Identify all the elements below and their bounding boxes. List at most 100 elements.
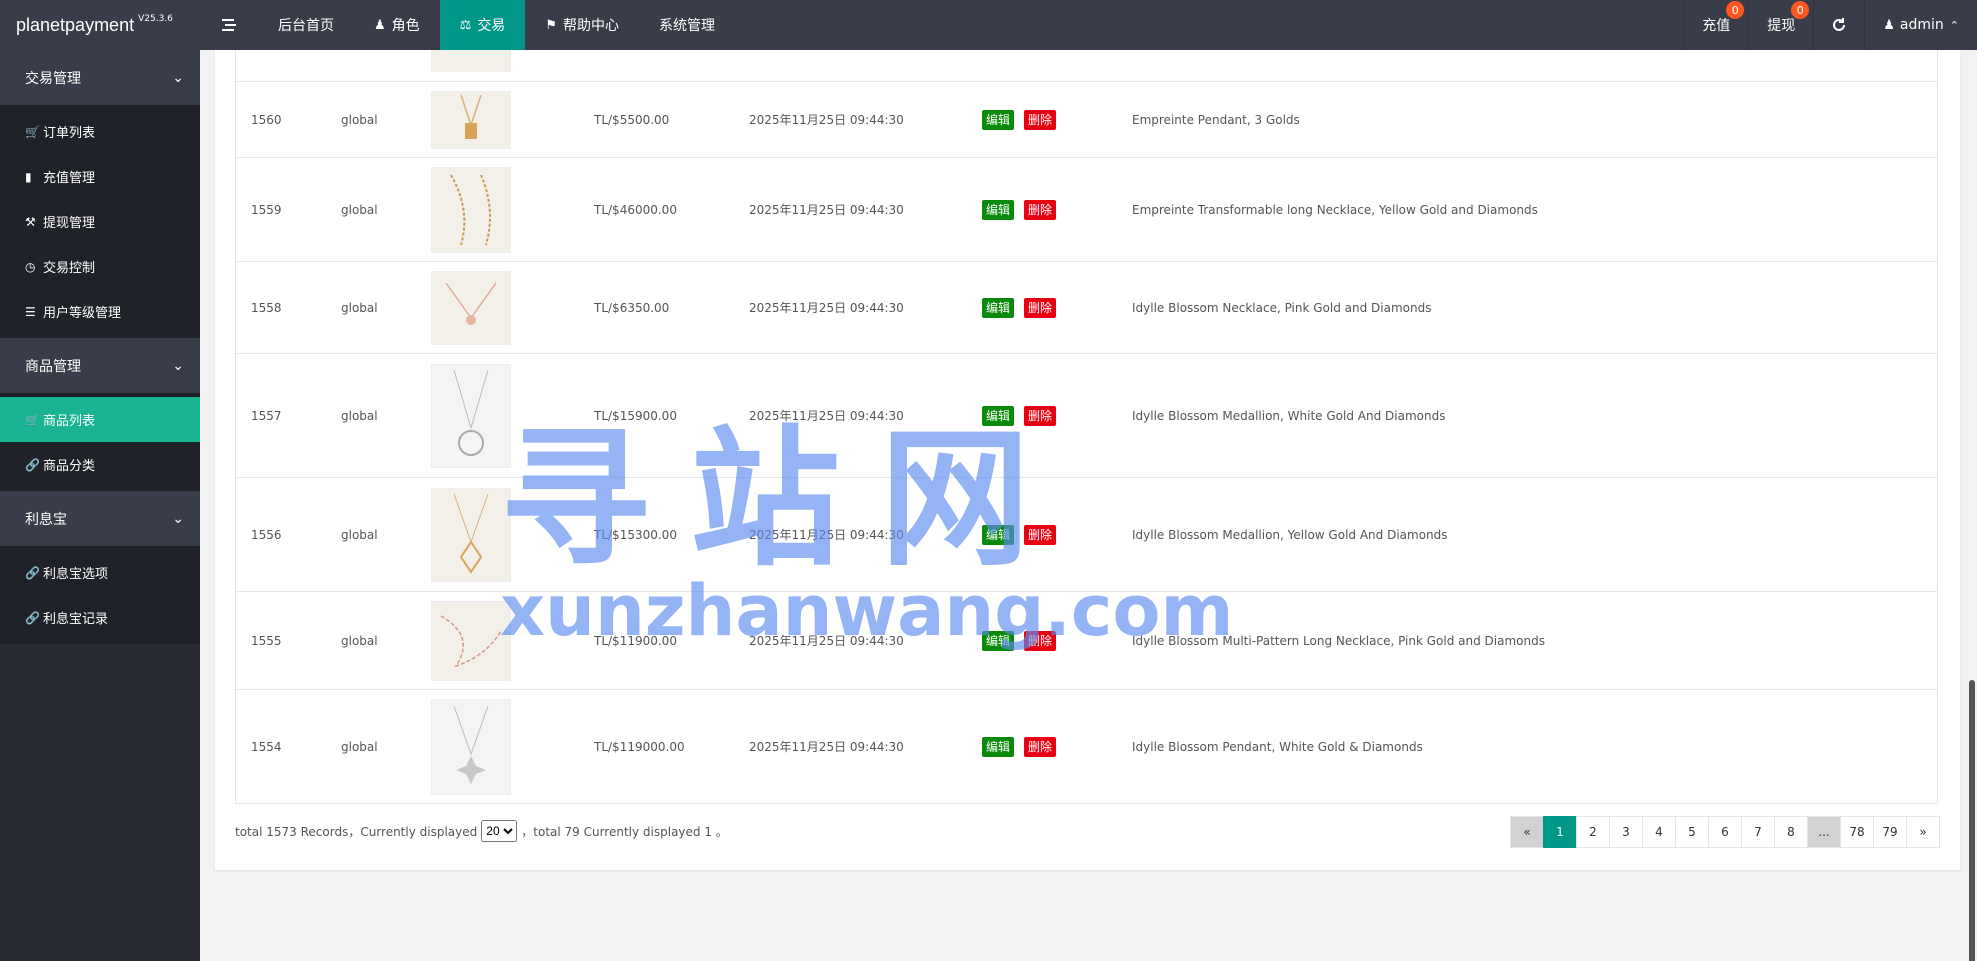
edit-button[interactable]: 编辑: [982, 109, 1015, 130]
scrollbar[interactable]: [1969, 680, 1975, 961]
comment-icon: ▮: [25, 169, 32, 184]
page-next-button[interactable]: »: [1906, 816, 1940, 848]
product-thumbnail[interactable]: [431, 363, 511, 468]
delete-button[interactable]: 删除: [1024, 524, 1057, 545]
nav-system[interactable]: 系统管理: [639, 0, 735, 50]
nav-trade[interactable]: ⚖ 交易: [439, 0, 526, 50]
gavel-icon: ⚒: [25, 214, 36, 229]
sidebar-item-user-level[interactable]: ☰ 用户等级管理: [0, 289, 200, 334]
withdraw-button[interactable]: 提现 0: [1748, 0, 1813, 50]
table-row: 1559 global TL/$46000.00 2025年11月25日 09:…: [236, 158, 1937, 262]
sidebar-item-orders[interactable]: 🛒 订单列表: [0, 109, 200, 154]
edit-button[interactable]: 编辑: [982, 524, 1015, 545]
logo[interactable]: planetpayment V25.3.6: [0, 0, 200, 50]
top-nav: 后台首页 ♟ 角色 ⚖ 交易 ⚑ 帮助中心 系统管理: [258, 0, 735, 50]
sidebar-item-recharge[interactable]: ▮ 充值管理: [0, 154, 200, 199]
table-row: 1555 global TL/$11900.00 2025年11月25日 09:…: [236, 592, 1937, 690]
sidebar-item-interest-records[interactable]: 🔗 利息宝记录: [0, 595, 200, 640]
goods-table: 1560 global TL/$5500.00 2025年11月25日 09:4…: [235, 49, 1938, 804]
scale-icon: ⚖: [459, 17, 472, 33]
product-thumbnail[interactable]: [431, 49, 511, 72]
delete-button[interactable]: 删除: [1024, 630, 1057, 651]
edit-button[interactable]: 编辑: [982, 630, 1015, 651]
link-icon: 🔗: [25, 457, 40, 472]
pagination: « 1 2 3 4 5 6 7 8 ... 78 79 »: [1510, 816, 1940, 848]
page-prev-button[interactable]: «: [1510, 816, 1544, 848]
page-ellipsis: ...: [1807, 816, 1841, 848]
nav-help[interactable]: ⚑ 帮助中心: [525, 0, 639, 50]
cart-icon: 🛒: [25, 412, 40, 427]
app-version: V25.3.6: [138, 14, 173, 24]
link-icon: 🔗: [25, 565, 40, 580]
table-row: 1558 global TL/$6350.00 2025年11月25日 09:4…: [236, 262, 1937, 354]
recharge-button[interactable]: 充值 0: [1683, 0, 1748, 50]
sidebar-item-trade-control[interactable]: ◷ 交易控制: [0, 244, 200, 289]
gauge-icon: ◷: [25, 259, 36, 274]
sidebar-group-goods[interactable]: 商品管理 ⌄: [0, 338, 200, 393]
table-row: 1557 global TL/$15900.00 2025年11月25日 09:…: [236, 354, 1937, 478]
product-thumbnail[interactable]: [431, 166, 511, 253]
page-button[interactable]: 78: [1840, 816, 1874, 848]
page-button[interactable]: 4: [1642, 816, 1676, 848]
page-button[interactable]: 3: [1609, 816, 1643, 848]
sidebar-sub-interest: 🔗 利息宝选项 🔗 利息宝记录: [0, 546, 200, 644]
sidebar-sub-goods: 🛒 商品列表 🔗 商品分类: [0, 393, 200, 491]
refresh-button[interactable]: [1813, 0, 1864, 50]
table-row: 1556 global TL/$15300.00 2025年11月25日 09:…: [236, 478, 1937, 592]
menu-toggle-button[interactable]: [200, 0, 258, 50]
page-button[interactable]: 1: [1543, 816, 1577, 848]
chevron-up-icon: ⌃: [1949, 18, 1959, 32]
table-row: [236, 49, 1937, 82]
user-menu[interactable]: ♟ admin ⌃: [1864, 0, 1977, 50]
edit-button[interactable]: 编辑: [982, 405, 1015, 426]
flag-icon: ⚑: [545, 17, 557, 33]
sidebar-item-withdraw[interactable]: ⚒ 提现管理: [0, 199, 200, 244]
page-button[interactable]: 5: [1675, 816, 1709, 848]
sidebar-item-goods-category[interactable]: 🔗 商品分类: [0, 442, 200, 487]
edit-button[interactable]: 编辑: [982, 297, 1015, 318]
product-thumbnail[interactable]: [431, 90, 511, 149]
main-content: 1560 global TL/$5500.00 2025年11月25日 09:4…: [200, 49, 1977, 961]
user-icon: ♟: [374, 17, 386, 33]
page-button[interactable]: 2: [1576, 816, 1610, 848]
product-thumbnail[interactable]: [431, 270, 511, 345]
top-bar: planetpayment V25.3.6 后台首页 ♟ 角色 ⚖ 交易 ⚑ 帮助中心…: [0, 0, 1977, 50]
product-thumbnail[interactable]: [431, 698, 511, 795]
user-icon: ♟: [1883, 17, 1895, 33]
table-row: 1554 global TL/$119000.00 2025年11月25日 09…: [236, 690, 1937, 804]
page-button[interactable]: 6: [1708, 816, 1742, 848]
chevron-down-icon: ⌄: [172, 357, 184, 374]
sidebar-group-trade[interactable]: 交易管理 ⌄: [0, 50, 200, 105]
nav-home[interactable]: 后台首页: [258, 0, 354, 50]
chevron-down-icon: ⌄: [172, 69, 184, 86]
delete-button[interactable]: 删除: [1024, 736, 1057, 757]
delete-button[interactable]: 删除: [1024, 109, 1057, 130]
table-row: 1560 global TL/$5500.00 2025年11月25日 09:4…: [236, 82, 1937, 158]
page-button[interactable]: 8: [1774, 816, 1808, 848]
goods-panel: 1560 global TL/$5500.00 2025年11月25日 09:4…: [215, 49, 1960, 870]
sidebar-item-goods-list[interactable]: 🛒 商品列表: [0, 397, 200, 442]
top-right-toolbar: 充值 0 提现 0 ♟ admin ⌃: [1683, 0, 1977, 50]
edit-button[interactable]: 编辑: [982, 199, 1015, 220]
product-thumbnail[interactable]: [431, 600, 511, 681]
sidebar-group-interest[interactable]: 利息宝 ⌄: [0, 491, 200, 546]
delete-button[interactable]: 删除: [1024, 297, 1057, 318]
page-button[interactable]: 7: [1741, 816, 1775, 848]
app-name: planetpayment: [16, 14, 135, 35]
recharge-badge: 0: [1726, 1, 1745, 19]
edit-button[interactable]: 编辑: [982, 736, 1015, 757]
withdraw-badge: 0: [1791, 1, 1810, 19]
cart-icon: 🛒: [25, 124, 40, 139]
delete-button[interactable]: 删除: [1024, 405, 1057, 426]
page-size-select[interactable]: 20: [481, 820, 518, 842]
sidebar-item-interest-options[interactable]: 🔗 利息宝选项: [0, 550, 200, 595]
delete-button[interactable]: 删除: [1024, 199, 1057, 220]
link-icon: 🔗: [25, 610, 40, 625]
product-thumbnail[interactable]: [431, 487, 511, 582]
chevron-down-icon: ⌄: [172, 510, 184, 527]
nav-role[interactable]: ♟ 角色: [354, 0, 440, 50]
sidebar-sub-trade: 🛒 订单列表 ▮ 充值管理 ⚒ 提现管理 ◷ 交易控制 ☰ 用户等级管理: [0, 105, 200, 338]
menu-icon: [222, 19, 236, 31]
list-icon: ☰: [25, 304, 36, 319]
page-button[interactable]: 79: [1873, 816, 1907, 848]
